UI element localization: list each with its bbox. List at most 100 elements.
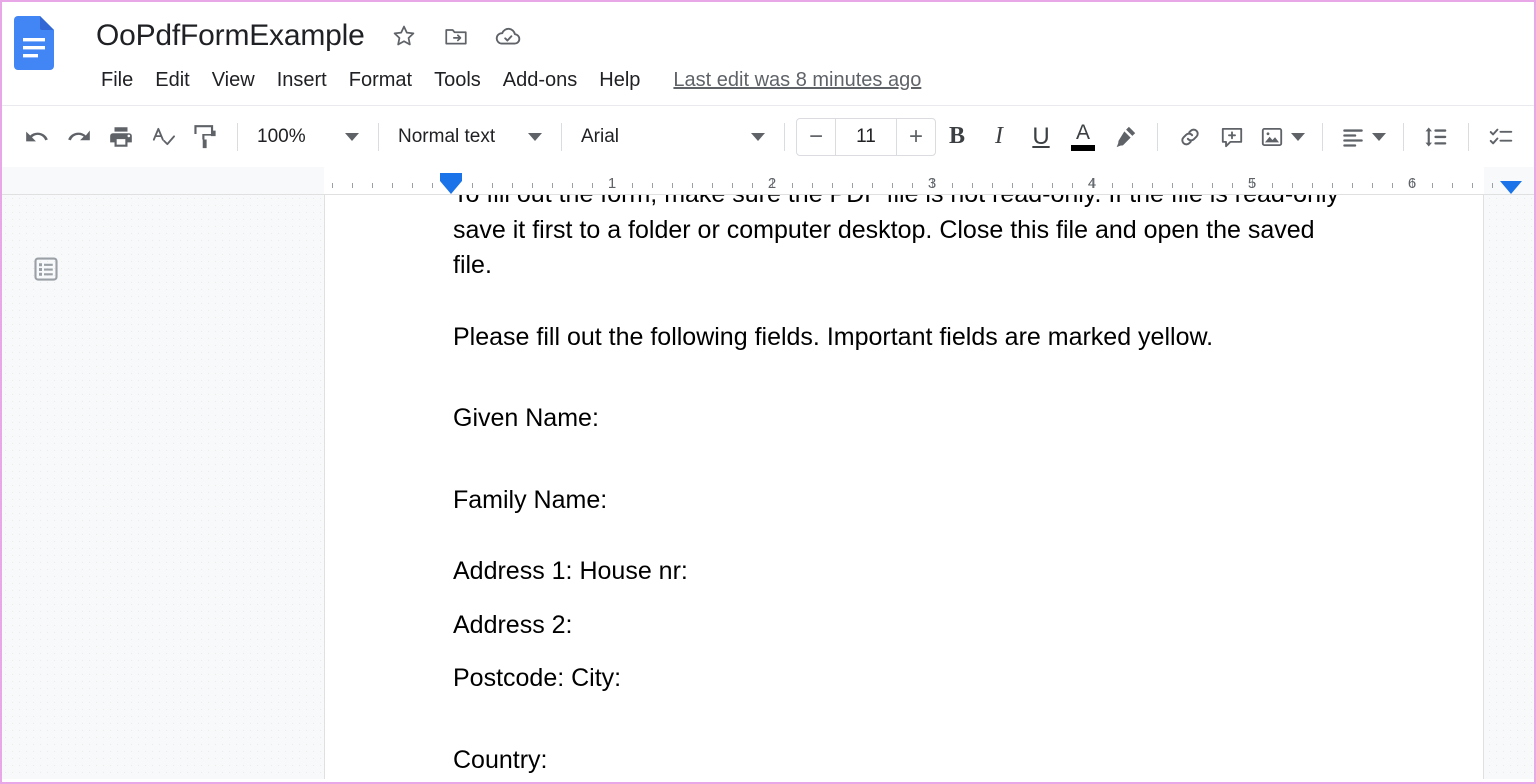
ruler-tick: [1012, 183, 1013, 188]
document-page[interactable]: To fill out the form, make sure the PDF …: [324, 195, 1484, 779]
toolbar-divider: [784, 122, 785, 151]
ruler-tick: [572, 183, 573, 188]
last-edit-link[interactable]: Last edit was 8 minutes ago: [673, 69, 921, 92]
ruler-tick: [992, 183, 993, 188]
font-family-dropdown[interactable]: Arial: [573, 117, 773, 157]
ruler-tick: [1472, 183, 1473, 188]
line-spacing-icon[interactable]: [1415, 116, 1457, 158]
field-label-family-name: Family Name:: [453, 485, 608, 514]
menu-item-insert[interactable]: Insert: [266, 66, 338, 95]
undo-icon[interactable]: [16, 116, 58, 158]
ruler-tick: [1452, 183, 1453, 188]
paint-format-icon[interactable]: [184, 116, 226, 158]
toolbar-divider: [1403, 122, 1404, 151]
ruler-tick: [1392, 183, 1393, 188]
ruler-tick: [1492, 183, 1493, 188]
field-label-postcode-city: Postcode: City:: [453, 664, 622, 692]
ruler-tick: [692, 183, 693, 188]
ruler-tick: [372, 183, 373, 188]
insert-link-icon[interactable]: [1169, 116, 1211, 158]
menu-item-help[interactable]: Help: [588, 66, 651, 95]
menu-item-format[interactable]: Format: [338, 66, 423, 95]
toolbar-divider: [1157, 122, 1158, 151]
page-title[interactable]: OoPdfFormExample: [92, 17, 369, 55]
ruler-tick: [1272, 183, 1273, 188]
title-row: OoPdfFormExample: [92, 12, 525, 60]
title-bar: OoPdfFormExample File Edit View Insert F…: [2, 2, 1534, 105]
ruler-tick: [1172, 183, 1173, 188]
ruler-tick: [1192, 183, 1193, 188]
chevron-down-icon: [345, 132, 359, 141]
highlight-pen-icon[interactable]: [1104, 116, 1146, 158]
menu-item-addons[interactable]: Add-ons: [492, 66, 589, 95]
print-icon[interactable]: [100, 116, 142, 158]
bold-button[interactable]: B: [936, 116, 978, 158]
toolbar-divider: [1322, 122, 1323, 151]
ruler-tick: [1352, 183, 1353, 188]
paragraph-style-dropdown[interactable]: Normal text: [390, 117, 550, 157]
ruler-tick: [872, 183, 873, 188]
ruler-tick: [832, 183, 833, 188]
checklist-icon[interactable]: [1480, 116, 1522, 158]
chevron-down-icon: [1372, 132, 1386, 141]
ruler-tick: [532, 183, 533, 188]
ruler-tick: [392, 183, 393, 188]
redo-icon[interactable]: [58, 116, 100, 158]
insert-image-button[interactable]: [1253, 116, 1311, 158]
text-color-button[interactable]: A: [1062, 116, 1104, 158]
move-to-folder-icon[interactable]: [439, 19, 473, 53]
ruler-number: 6: [1407, 175, 1417, 192]
ruler-tick: [352, 183, 353, 188]
ruler-tick: [852, 183, 853, 188]
chevron-down-icon: [1291, 132, 1305, 141]
toolbar-divider: [561, 122, 562, 151]
ruler-number: 4: [1087, 175, 1097, 192]
spellcheck-icon[interactable]: [142, 116, 184, 158]
toolbar-divider: [378, 122, 379, 151]
text-color-letter: A: [1075, 121, 1090, 144]
ruler-tick: [592, 183, 593, 188]
menu-item-view[interactable]: View: [201, 66, 266, 95]
ruler-number: 2: [767, 175, 777, 192]
left-indent-bar[interactable]: [440, 173, 462, 181]
docs-document-icon[interactable]: [14, 16, 54, 70]
font-size-increase-button[interactable]: +: [897, 119, 935, 155]
menu-item-file[interactable]: File: [90, 66, 144, 95]
ruler[interactable]: 1 2 3 4 5 6: [2, 167, 1534, 195]
ruler-tick: [332, 183, 333, 188]
ruler-tick: [1112, 183, 1113, 188]
ruler-ticks: 1 2 3 4 5 6: [2, 167, 1534, 194]
ruler-tick: [492, 183, 493, 188]
document-body[interactable]: To fill out the form, make sure the PDF …: [453, 195, 1355, 779]
font-size-input[interactable]: 11: [835, 118, 897, 155]
formatting-toolbar: 100% Normal text Arial − 11 + B I U A: [2, 105, 1534, 167]
zoom-level-dropdown[interactable]: 100%: [249, 117, 367, 157]
align-left-button[interactable]: [1334, 116, 1392, 158]
toolbar-divider: [237, 122, 238, 151]
document-outline-icon[interactable]: [28, 251, 64, 287]
menu-item-edit[interactable]: Edit: [144, 66, 200, 95]
italic-button[interactable]: I: [978, 116, 1020, 158]
paragraph-style-value: Normal text: [398, 125, 496, 147]
ruler-tick: [952, 183, 953, 188]
ruler-tick: [1152, 183, 1153, 188]
ruler-tick: [412, 183, 413, 188]
font-size-decrease-button[interactable]: −: [797, 119, 835, 155]
menu-item-tools[interactable]: Tools: [423, 66, 492, 95]
left-indent-marker[interactable]: [440, 181, 462, 194]
ruler-number: 5: [1247, 175, 1257, 192]
ruler-tick: [1332, 183, 1333, 188]
right-indent-marker[interactable]: [1500, 181, 1522, 194]
ruler-tick: [632, 183, 633, 188]
star-icon[interactable]: [387, 19, 421, 53]
google-docs-window: OoPdfFormExample File Edit View Insert F…: [0, 0, 1536, 784]
add-comment-icon[interactable]: [1211, 116, 1253, 158]
document-canvas: To fill out the form, make sure the PDF …: [2, 195, 1534, 779]
underline-button[interactable]: U: [1020, 116, 1062, 158]
cloud-saved-icon[interactable]: [491, 19, 525, 53]
